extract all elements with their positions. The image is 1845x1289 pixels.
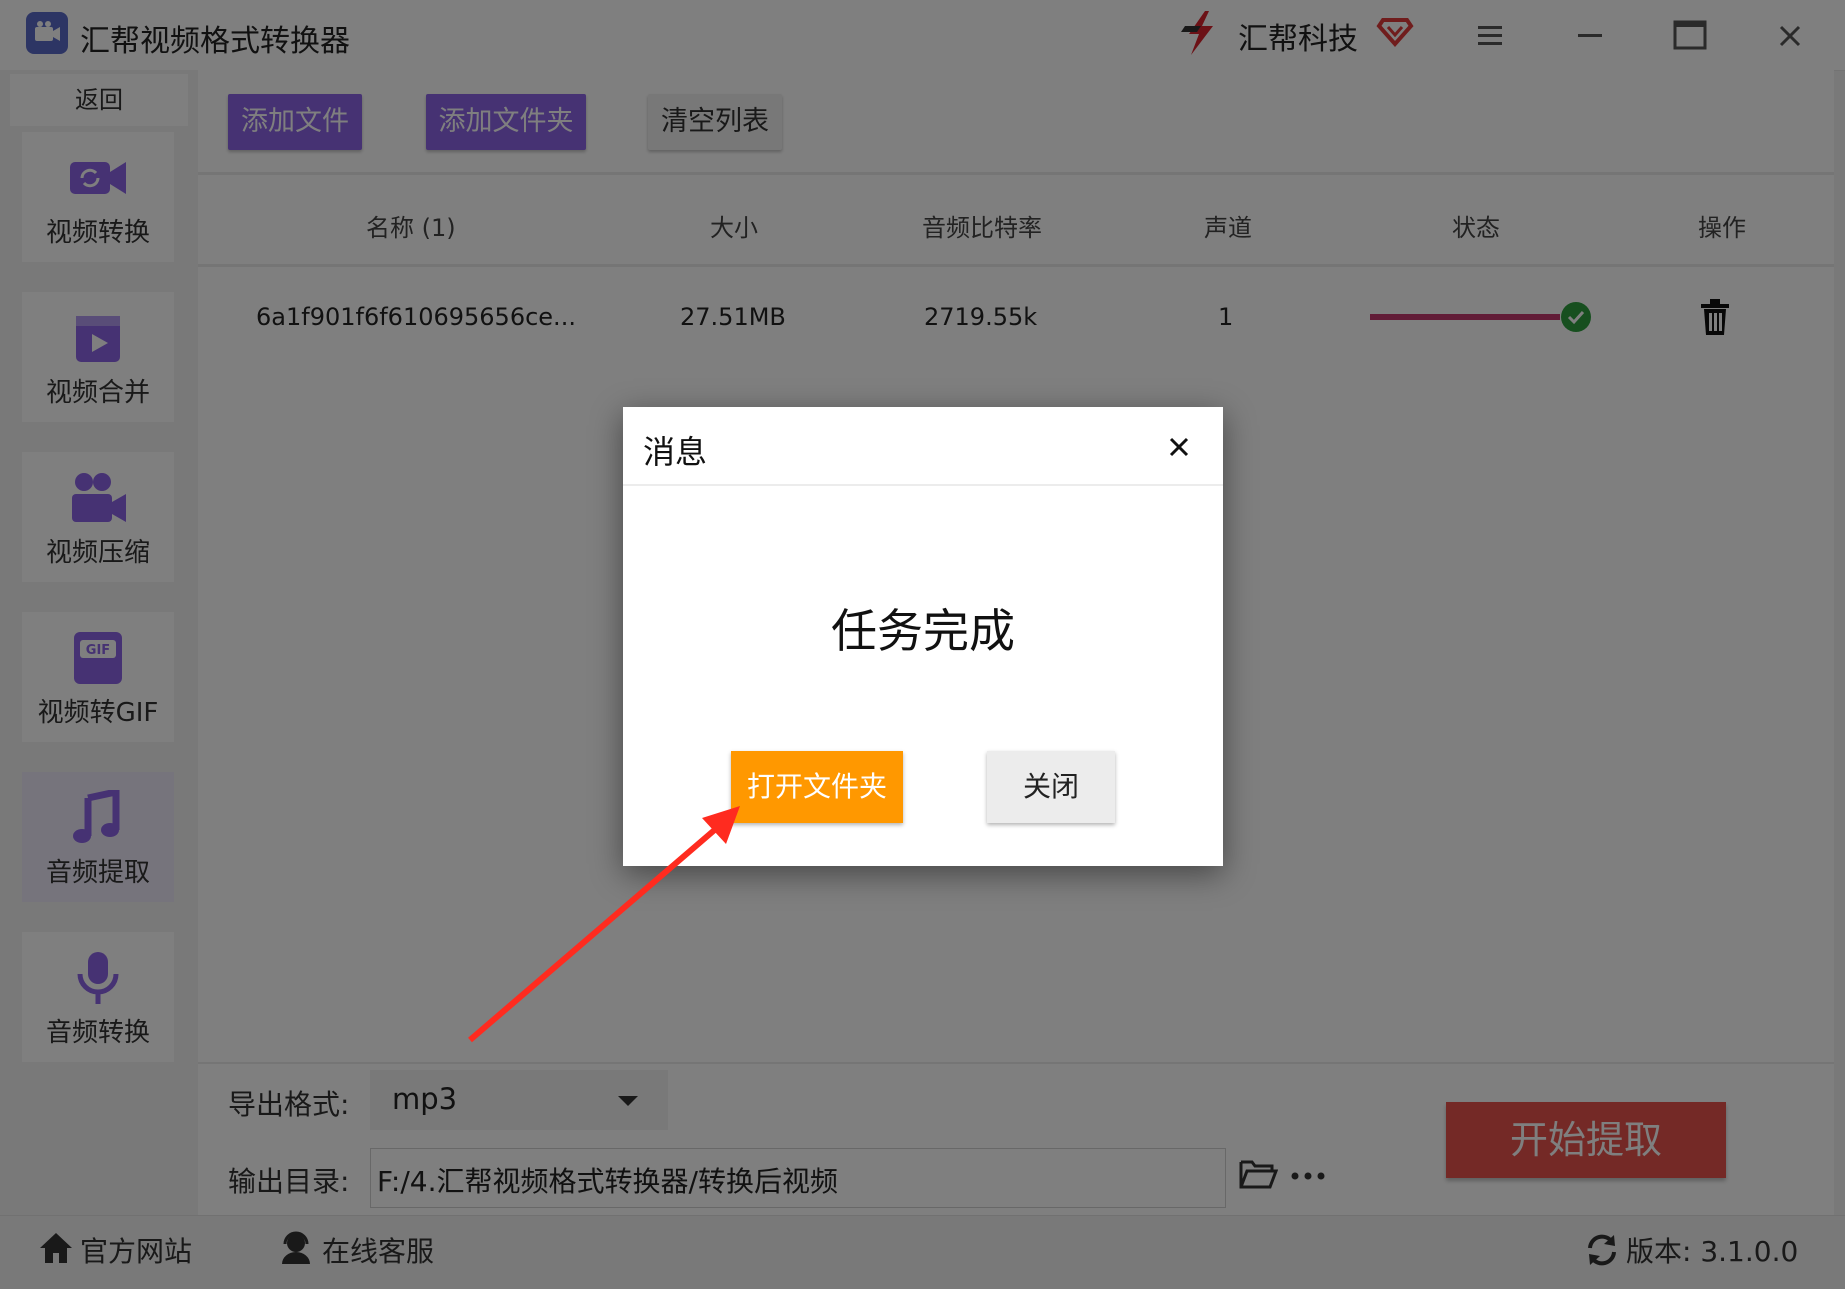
dialog-message: 任务完成 [831, 604, 1015, 658]
close-icon[interactable] [1159, 427, 1199, 467]
dialog-divider [623, 484, 1223, 486]
dialog-title: 消息 [643, 433, 708, 471]
message-dialog: 消息 任务完成 打开文件夹 关闭 [623, 407, 1223, 866]
dialog-close-button[interactable]: 关闭 [987, 751, 1115, 823]
open-folder-button[interactable]: 打开文件夹 [731, 751, 903, 823]
